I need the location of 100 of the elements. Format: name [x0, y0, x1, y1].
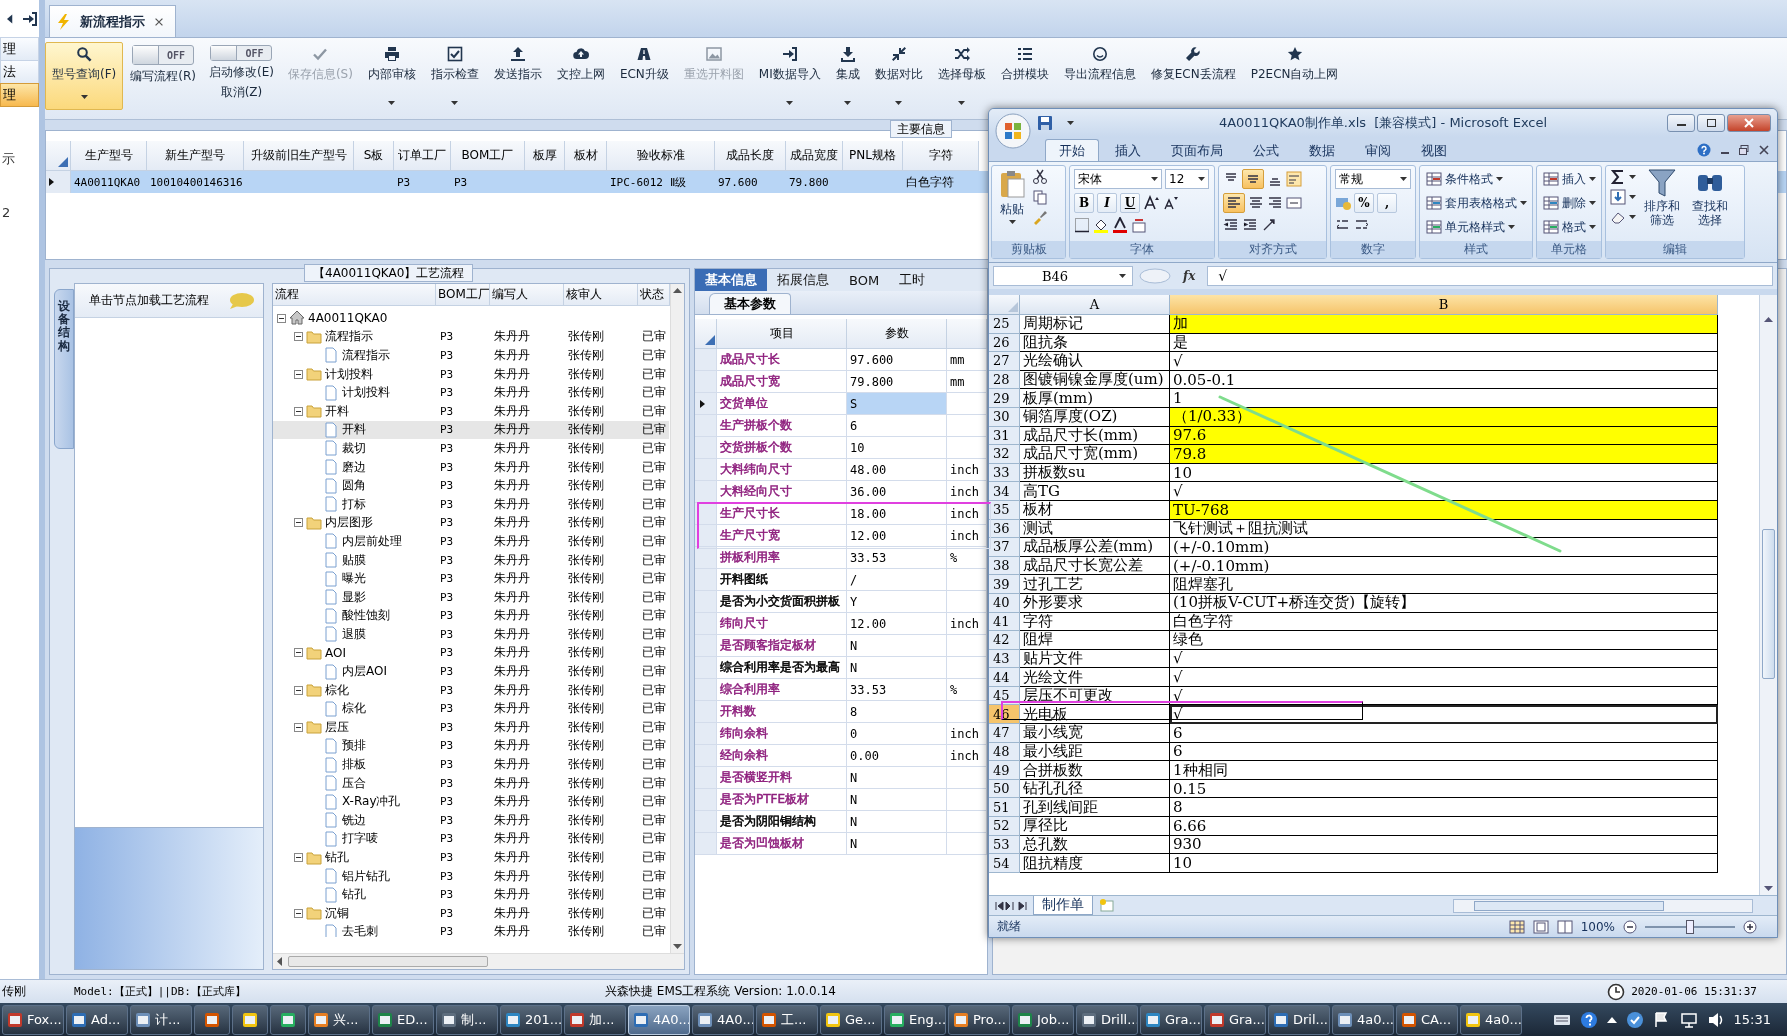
column-header[interactable]: 成品宽度 — [786, 141, 843, 171]
column-header[interactable]: 核审人 — [564, 284, 638, 306]
number-format-field[interactable]: 常规 — [1335, 169, 1411, 189]
tree-node-label[interactable]: 压合 — [342, 774, 366, 792]
tree-row[interactable]: 贴膜 P3 朱丹丹 张传刚 已审 — [273, 550, 669, 570]
scroll-up-icon[interactable] — [673, 288, 682, 293]
row-header[interactable] — [695, 393, 717, 415]
tree-node-label[interactable]: 内层AOI — [342, 663, 387, 681]
tree-node-label[interactable]: 流程指示 — [325, 328, 373, 346]
parameter-value[interactable]: 12.00 — [847, 525, 947, 547]
tree-node-label[interactable]: 计划投料 — [325, 365, 373, 383]
parameter-value[interactable]: 97.600 — [847, 349, 947, 371]
column-header[interactable]: BOM工厂 — [436, 284, 490, 306]
column-header[interactable] — [695, 319, 717, 349]
row-header[interactable]: 32 — [989, 445, 1020, 464]
tree-row[interactable]: 流程指示 P3 朱丹丹 张传刚 已审 — [273, 346, 669, 365]
font-name-field[interactable]: 宋体 — [1074, 169, 1162, 189]
tree-node-label[interactable]: 显影 — [342, 588, 366, 606]
column-header[interactable]: 成品长度 — [715, 141, 786, 171]
parameter-value[interactable]: 48.00 — [847, 459, 947, 481]
column-header[interactable]: 字符 — [903, 141, 979, 171]
parameter-value[interactable]: 8 — [847, 701, 947, 723]
taskbar-button[interactable]: ED... — [372, 1004, 434, 1035]
cut-icon[interactable] — [1032, 169, 1048, 185]
tree-row[interactable]: 打标 P3 朱丹丹 张传刚 已审 — [273, 494, 669, 514]
merge-cells-icon[interactable] — [1286, 195, 1302, 211]
parameter-value[interactable]: N — [847, 767, 947, 789]
command-button[interactable]: 套用表格格式 — [1424, 193, 1529, 213]
nav-item[interactable]: 理 — [0, 83, 39, 107]
tree-row[interactable]: 铝片钻孔 P3 朱丹丹 张传刚 已审 — [273, 866, 669, 886]
tree-node-label[interactable]: 计划投料 — [342, 384, 390, 402]
taskbar-button[interactable]: Gra... — [1204, 1004, 1266, 1035]
taskbar-button[interactable]: 4a0... — [1332, 1004, 1394, 1035]
tab[interactable]: 基本信息 — [695, 269, 767, 291]
slider-thumb[interactable] — [1686, 919, 1694, 934]
decrease-indent-icon[interactable] — [1223, 217, 1239, 233]
tree-row[interactable]: 打字唛 P3 朱丹丹 张传刚 已审 — [273, 829, 669, 849]
scroll-down-icon[interactable] — [1764, 886, 1773, 891]
taskbar-button[interactable]: CA... — [1396, 1004, 1458, 1035]
tree-node-label[interactable]: 开料 — [325, 402, 349, 420]
toolbar-button[interactable]: ECN升级 — [612, 42, 676, 104]
border-icon[interactable] — [1074, 217, 1090, 233]
wrap-text-icon[interactable] — [1286, 171, 1302, 187]
copy-icon[interactable] — [1032, 189, 1048, 205]
close-icon[interactable] — [1759, 145, 1769, 155]
ribbon-tab[interactable]: 页面布局 — [1157, 139, 1237, 161]
collapse-icon[interactable] — [294, 648, 303, 658]
tree-node-label[interactable]: 曝光 — [342, 570, 366, 588]
collapse-icon[interactable] — [294, 908, 303, 918]
toolbar-button[interactable]: 发送指示 — [486, 42, 549, 104]
minimize-button[interactable] — [1667, 114, 1695, 132]
tree-node-label[interactable]: 退膜 — [342, 625, 366, 643]
tab[interactable]: BOM — [839, 269, 890, 291]
ribbon-tab[interactable]: 开始 — [1045, 139, 1099, 161]
row-header[interactable]: 27 — [989, 352, 1020, 371]
tree-row[interactable]: 4A0011QKA0 — [273, 309, 669, 328]
speaker-icon[interactable] — [1706, 1010, 1725, 1029]
tree-row[interactable]: 钻孔 P3 朱丹丹 张传刚 已审 — [273, 885, 669, 904]
collapse-icon[interactable] — [277, 313, 286, 323]
parameter-value[interactable]: N — [847, 833, 947, 855]
taskbar-button[interactable]: 4a0... — [1460, 1004, 1522, 1035]
collapse-icon[interactable] — [294, 518, 303, 528]
taskbar-button[interactable]: 加... — [564, 1004, 626, 1035]
collapse-icon[interactable] — [294, 722, 303, 732]
align-right-icon[interactable] — [1267, 195, 1283, 211]
tree-row[interactable]: 预排 P3 朱丹丹 张传刚 已审 — [273, 736, 669, 756]
toolbar-button[interactable]: MI数据导入 — [751, 42, 828, 104]
collapse-icon[interactable] — [294, 853, 303, 862]
parameter-value[interactable]: 6 — [847, 415, 947, 437]
maximize-button[interactable] — [1697, 114, 1725, 132]
restore-icon[interactable] — [1739, 145, 1749, 155]
zoom-level[interactable]: 100% — [1580, 919, 1615, 934]
toolbar-button[interactable]: 选择母板 — [930, 42, 993, 104]
taskbar-button[interactable]: Gra... — [1140, 1004, 1202, 1035]
column-header[interactable]: 编写人 — [490, 284, 564, 306]
scroll-left-icon[interactable] — [277, 957, 282, 966]
taskbar-button[interactable]: Job... — [1012, 1004, 1074, 1035]
toolbar-button[interactable]: 型号查询(F) — [45, 42, 124, 110]
parameter-value[interactable]: 0.00 — [847, 745, 947, 767]
tree-node-label[interactable]: 沉铜 — [325, 904, 349, 922]
column-header[interactable]: 订单工厂 — [394, 141, 451, 171]
parameter-value[interactable]: N — [847, 789, 947, 811]
column-header[interactable]: B — [1170, 295, 1718, 315]
parameter-value[interactable]: 0 — [847, 723, 947, 745]
ribbon-tab[interactable]: 审阅 — [1351, 139, 1405, 161]
scrollbar-thumb[interactable] — [1762, 529, 1775, 679]
tree-row[interactable]: 圆角 P3 朱丹丹 张传刚 已审 — [273, 476, 669, 495]
taskbar-button[interactable]: Ge... — [820, 1004, 882, 1035]
up-caret-icon[interactable] — [1606, 1016, 1617, 1023]
column-header[interactable]: 板材 — [565, 141, 607, 171]
tree-node-label[interactable]: 4A0011QKA0 — [308, 311, 388, 326]
tree-node-label[interactable]: 排板 — [342, 756, 366, 774]
sheet-nav-icon[interactable] — [995, 900, 1027, 911]
tab[interactable]: 工时 — [889, 269, 936, 291]
tab[interactable]: 拓展信息 — [767, 269, 839, 291]
nav-item[interactable]: 法 — [0, 60, 39, 84]
style-button[interactable]: B — [1074, 193, 1094, 213]
tree-row[interactable]: 裁切 P3 朱丹丹 张传刚 已审 — [273, 439, 669, 458]
tree-row[interactable]: 流程指示 P3 朱丹丹 张传刚 已审 — [273, 327, 669, 347]
tree-node-label[interactable]: 开料 — [342, 421, 366, 439]
